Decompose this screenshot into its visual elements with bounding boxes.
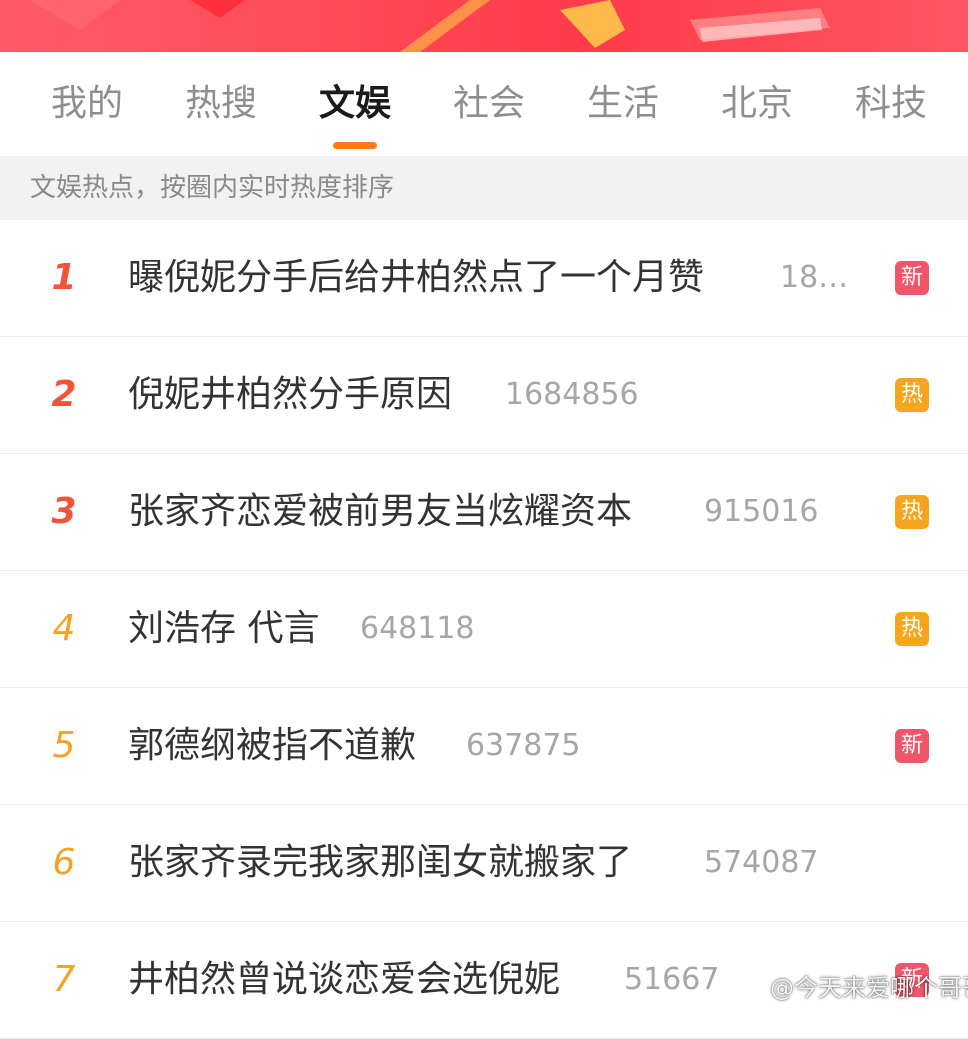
list-item[interactable]: 4 刘浩存 代言 648118 热 (0, 571, 968, 688)
hot-search-list: 1 曝倪妮分手后给井柏然点了一个月赞 18… 新 2 倪妮井柏然分手原因 168… (0, 220, 968, 1039)
item-title: 井柏然曾说谈恋爱会选倪妮 (128, 959, 561, 1000)
item-title: 刘浩存 代言 (128, 608, 320, 649)
list-item[interactable]: 6 张家齐录完我家那闺女就搬家了 574087 (0, 805, 968, 922)
item-title: 曝倪妮分手后给井柏然点了一个月赞 (128, 257, 705, 298)
rank-number: 7 (52, 959, 76, 1000)
weibo-logo-icon (742, 981, 764, 999)
tab-hot-search[interactable]: 热搜 (166, 76, 276, 132)
new-badge: 新 (895, 729, 929, 763)
item-title: 张家齐恋爱被前男友当炫耀资本 (128, 491, 633, 532)
tab-mine[interactable]: 我的 (32, 76, 142, 132)
rank-number: 3 (51, 491, 77, 532)
section-hint: 文娱热点，按圈内实时热度排序 (0, 156, 968, 220)
rank-number: 5 (52, 725, 76, 766)
heat-count: 51667 (624, 962, 720, 997)
active-tab-indicator (333, 142, 377, 149)
rank-number: 1 (51, 257, 77, 298)
watermark: @今天来爱哪个哥哥 (742, 970, 968, 1006)
list-item[interactable]: 1 曝倪妮分手后给井柏然点了一个月赞 18… 新 (0, 220, 968, 337)
hot-badge: 热 (895, 378, 929, 412)
heat-count: 637875 (466, 728, 581, 763)
tab-tech[interactable]: 科技 (836, 76, 946, 132)
heat-count: 648118 (360, 611, 475, 646)
item-title: 郭德纲被指不道歉 (128, 725, 417, 766)
section-hint-text: 文娱热点，按圈内实时热度排序 (30, 173, 395, 203)
watermark-text: @今天来爱哪个哥哥 (770, 974, 968, 1002)
category-tab-bar: 我的 热搜 文娱 社会 生活 北京 科技 (0, 52, 968, 156)
rank-number: 4 (52, 608, 76, 649)
header-banner (0, 0, 968, 52)
heat-count: 574087 (704, 845, 819, 880)
rank-number: 2 (51, 374, 77, 415)
tab-society[interactable]: 社会 (434, 76, 544, 132)
list-item[interactable]: 5 郭德纲被指不道歉 637875 新 (0, 688, 968, 805)
list-item[interactable]: 2 倪妮井柏然分手原因 1684856 热 (0, 337, 968, 454)
tab-life[interactable]: 生活 (568, 76, 678, 132)
hot-badge: 热 (895, 612, 929, 646)
new-badge: 新 (895, 261, 929, 295)
rank-number: 6 (52, 842, 76, 883)
banner-decoration (30, 0, 830, 52)
list-item[interactable]: 3 张家齐恋爱被前男友当炫耀资本 915016 热 (0, 454, 968, 571)
heat-count: 915016 (704, 494, 819, 529)
heat-count: 1684856 (505, 377, 639, 412)
item-title: 张家齐录完我家那闺女就搬家了 (128, 842, 633, 883)
tab-beijing[interactable]: 北京 (702, 76, 812, 132)
item-title: 倪妮井柏然分手原因 (128, 374, 453, 415)
tab-entertainment[interactable]: 文娱 (300, 76, 410, 132)
heat-count: 18… (780, 260, 849, 295)
hot-badge: 热 (895, 495, 929, 529)
